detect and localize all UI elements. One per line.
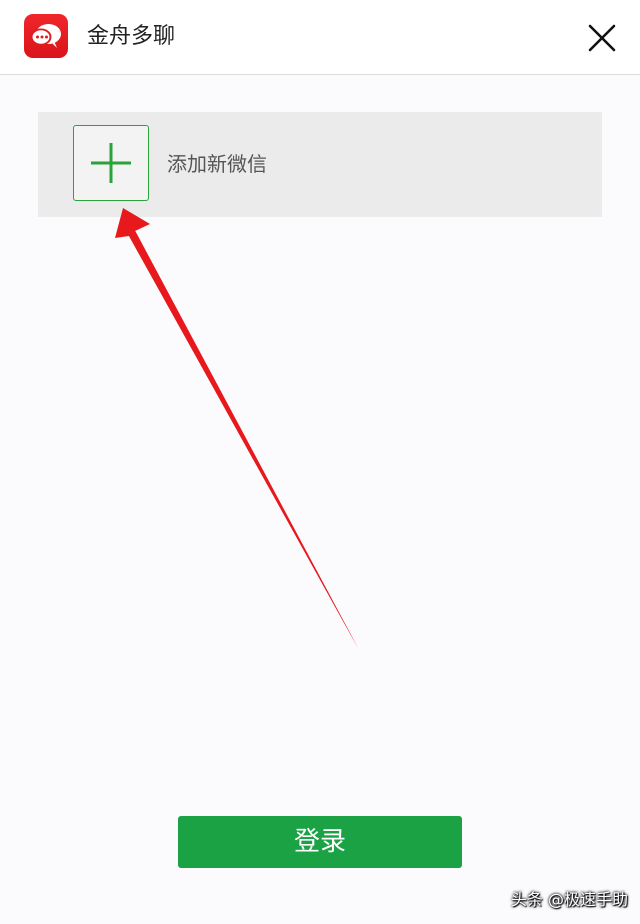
close-button[interactable] bbox=[582, 18, 622, 58]
chat-bubble-icon bbox=[30, 24, 61, 48]
app-window: 金舟多聊 添加新微信 登录 头条 @极速手助 bbox=[0, 0, 640, 924]
login-button[interactable]: 登录 bbox=[178, 816, 462, 868]
app-logo bbox=[24, 14, 68, 58]
add-wechat-button[interactable] bbox=[73, 125, 149, 201]
add-wechat-label[interactable]: 添加新微信 bbox=[167, 150, 267, 178]
app-title: 金舟多聊 bbox=[87, 24, 176, 49]
title-bar: 金舟多聊 bbox=[0, 0, 640, 75]
plus-icon bbox=[91, 143, 131, 183]
watermark: 头条 @极速手助 bbox=[510, 890, 628, 909]
close-icon bbox=[588, 24, 616, 52]
